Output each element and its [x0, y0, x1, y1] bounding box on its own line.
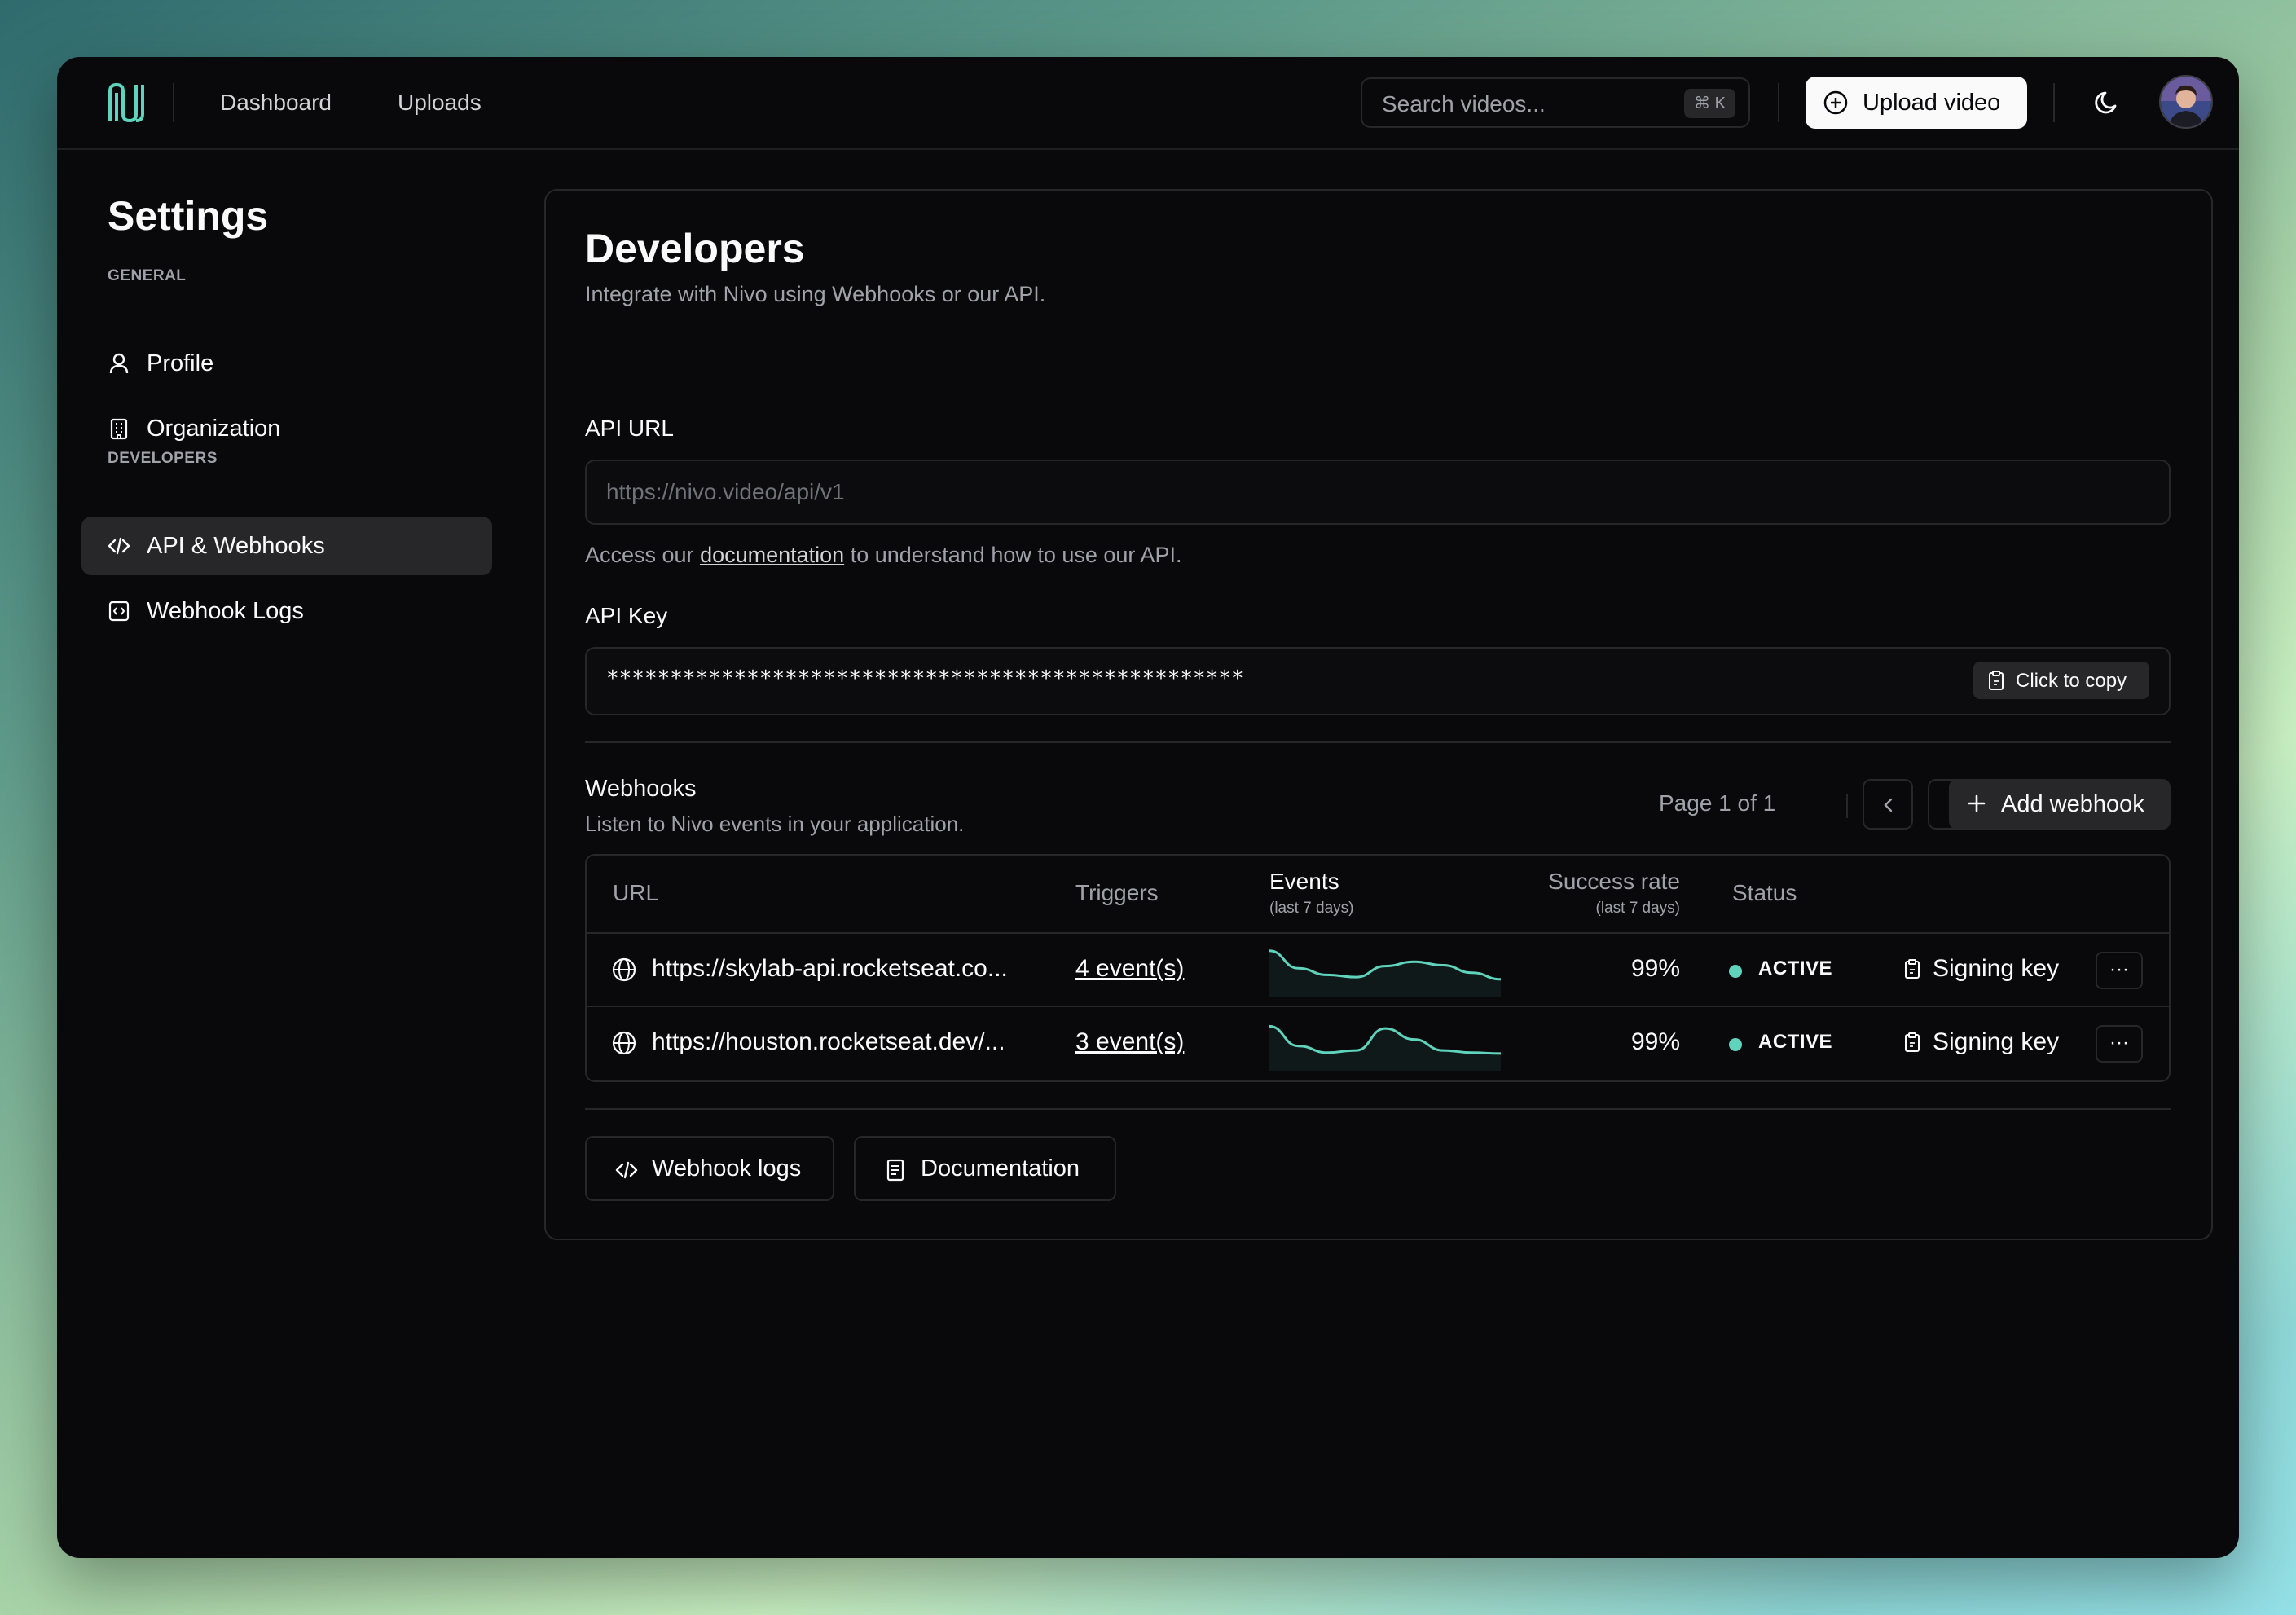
- table-row[interactable]: https://skylab-api.rocketseat.co... 4 ev…: [587, 932, 2169, 1007]
- divider: [585, 1108, 2171, 1110]
- row-actions-button[interactable]: ···: [2096, 1025, 2143, 1063]
- sidebar-item-label: Organization: [147, 416, 281, 442]
- search-shortcut-badge: ⌘ K: [1684, 89, 1735, 118]
- status-badge: ACTIVE: [1758, 1031, 1833, 1053]
- sidebar-item-webhook-logs[interactable]: Webhook Logs: [81, 582, 492, 640]
- status-dot: [1729, 1038, 1742, 1051]
- nav-dashboard[interactable]: Dashboard: [220, 90, 332, 116]
- column-header-events-sub: (last 7 days): [1269, 900, 1354, 917]
- page-subtitle: Integrate with Nivo using Webhooks or ou…: [585, 282, 1046, 306]
- table-row[interactable]: https://houston.rocketseat.dev/... 3 eve…: [587, 1006, 2169, 1080]
- chevron-left-icon: [1884, 798, 1893, 812]
- sidebar-item-profile[interactable]: Profile: [81, 334, 492, 393]
- sparkline-area: [1269, 1026, 1501, 1071]
- column-header-events: Events: [1269, 869, 1339, 894]
- avatar[interactable]: [2159, 75, 2213, 129]
- settings-title: Settings: [108, 193, 269, 239]
- nav-uploads[interactable]: Uploads: [398, 90, 482, 116]
- copy-api-key-button[interactable]: Click to copy: [1973, 662, 2149, 699]
- column-header-success-rate: Success rate: [1548, 869, 1680, 894]
- status-dot: [1729, 965, 1742, 978]
- globe-icon: [612, 1031, 636, 1055]
- document-icon: [886, 1159, 904, 1182]
- previous-page-button[interactable]: [1863, 779, 1913, 830]
- header-divider-2: [2053, 83, 2055, 122]
- column-header-success-rate-sub: (last 7 days): [1595, 900, 1680, 917]
- divider: [585, 741, 2171, 743]
- row-actions-button[interactable]: ···: [2096, 952, 2143, 989]
- globe-icon: [612, 957, 636, 982]
- help-prefix: Access our: [585, 543, 701, 567]
- sidebar-item-label: Profile: [147, 350, 214, 376]
- logo-divider: [173, 83, 174, 122]
- api-url-help: Access our documentation to understand h…: [585, 543, 1181, 568]
- sidebar-section-developers: DEVELOPERS: [108, 450, 218, 467]
- pager-divider: [1846, 794, 1848, 818]
- more-icon: ···: [2109, 958, 2129, 980]
- webhook-triggers-link[interactable]: 4 event(s): [1075, 955, 1184, 983]
- events-sparkline: [1269, 1024, 1501, 1071]
- documentation-label: Documentation: [921, 1155, 1080, 1182]
- sidebar-item-api-webhooks[interactable]: API & Webhooks: [81, 517, 492, 575]
- documentation-button[interactable]: Documentation: [854, 1136, 1116, 1201]
- help-suffix: to understand how to use our API.: [844, 543, 1182, 567]
- developers-card: Developers Integrate with Nivo using Web…: [544, 189, 2213, 1240]
- column-header-url: URL: [613, 880, 659, 905]
- clipboard-icon: [1905, 959, 1920, 979]
- api-url-value: https://nivo.video/api/v1: [606, 479, 845, 504]
- user-icon: [109, 353, 129, 374]
- webhook-url[interactable]: https://houston.rocketseat.dev/...: [652, 1028, 1005, 1056]
- api-url-label: API URL: [585, 416, 674, 441]
- plus-circle-icon: [1823, 90, 1848, 115]
- column-header-status: Status: [1732, 880, 1797, 905]
- search-placeholder: Search videos...: [1382, 91, 1546, 117]
- search-input[interactable]: Search videos... ⌘ K: [1361, 77, 1750, 128]
- page-indicator: Page 1 of 1: [1659, 790, 1776, 816]
- documentation-link[interactable]: documentation: [700, 543, 844, 567]
- webhook-logs-label: Webhook logs: [652, 1155, 802, 1182]
- sidebar-section-general: GENERAL: [108, 267, 187, 284]
- clipboard-icon: [1989, 671, 2004, 690]
- add-webhook-label: Add webhook: [2001, 791, 2144, 817]
- webhooks-table: URL Triggers Events (last 7 days) Succes…: [585, 854, 2171, 1082]
- more-icon: ···: [2109, 1032, 2129, 1054]
- webhooks-subtitle: Listen to Nivo events in your applicatio…: [585, 812, 965, 836]
- webhook-url[interactable]: https://skylab-api.rocketseat.co...: [652, 955, 1008, 983]
- copy-label: Click to copy: [2016, 670, 2127, 692]
- webhook-success-rate: 99%: [1630, 1028, 1680, 1055]
- upload-video-button[interactable]: Upload video: [1806, 77, 2027, 129]
- webhooks-title: Webhooks: [585, 776, 697, 802]
- signing-key-button[interactable]: Signing key: [1933, 955, 2059, 983]
- page-title: Developers: [585, 226, 805, 271]
- sidebar-item-label: Webhook Logs: [147, 598, 304, 624]
- api-key-label: API Key: [585, 603, 668, 628]
- sparkline-area: [1269, 950, 1501, 997]
- app-window: Dashboard Uploads Search videos... ⌘ K U…: [57, 57, 2239, 1558]
- top-bar: Dashboard Uploads Search videos... ⌘ K U…: [57, 57, 2239, 150]
- header-divider: [1778, 83, 1779, 122]
- plus-icon: [1968, 794, 1986, 812]
- upload-video-label: Upload video: [1863, 90, 2001, 116]
- avatar-image: [2161, 77, 2211, 127]
- webhook-triggers-link[interactable]: 3 event(s): [1075, 1028, 1184, 1056]
- add-webhook-button[interactable]: Add webhook: [1949, 779, 2171, 830]
- api-key-field[interactable]: ****************************************…: [585, 647, 2171, 715]
- column-header-triggers: Triggers: [1075, 880, 1159, 905]
- webhook-success-rate: 99%: [1630, 955, 1680, 982]
- events-sparkline: [1269, 949, 1501, 997]
- code-icon: [108, 537, 130, 555]
- sidebar-item-label: API & Webhooks: [147, 533, 325, 559]
- code-icon: [615, 1161, 638, 1179]
- nivo-logo-icon[interactable]: [106, 80, 147, 125]
- api-url-field[interactable]: https://nivo.video/api/v1: [585, 460, 2171, 525]
- moon-icon[interactable]: [2091, 86, 2123, 119]
- logs-icon: [108, 601, 130, 622]
- building-icon: [110, 418, 128, 440]
- clipboard-icon: [1905, 1032, 1920, 1052]
- webhook-logs-button[interactable]: Webhook logs: [585, 1136, 834, 1201]
- status-badge: ACTIVE: [1758, 957, 1833, 979]
- signing-key-button[interactable]: Signing key: [1933, 1028, 2059, 1056]
- api-key-value: ****************************************…: [606, 667, 1244, 691]
